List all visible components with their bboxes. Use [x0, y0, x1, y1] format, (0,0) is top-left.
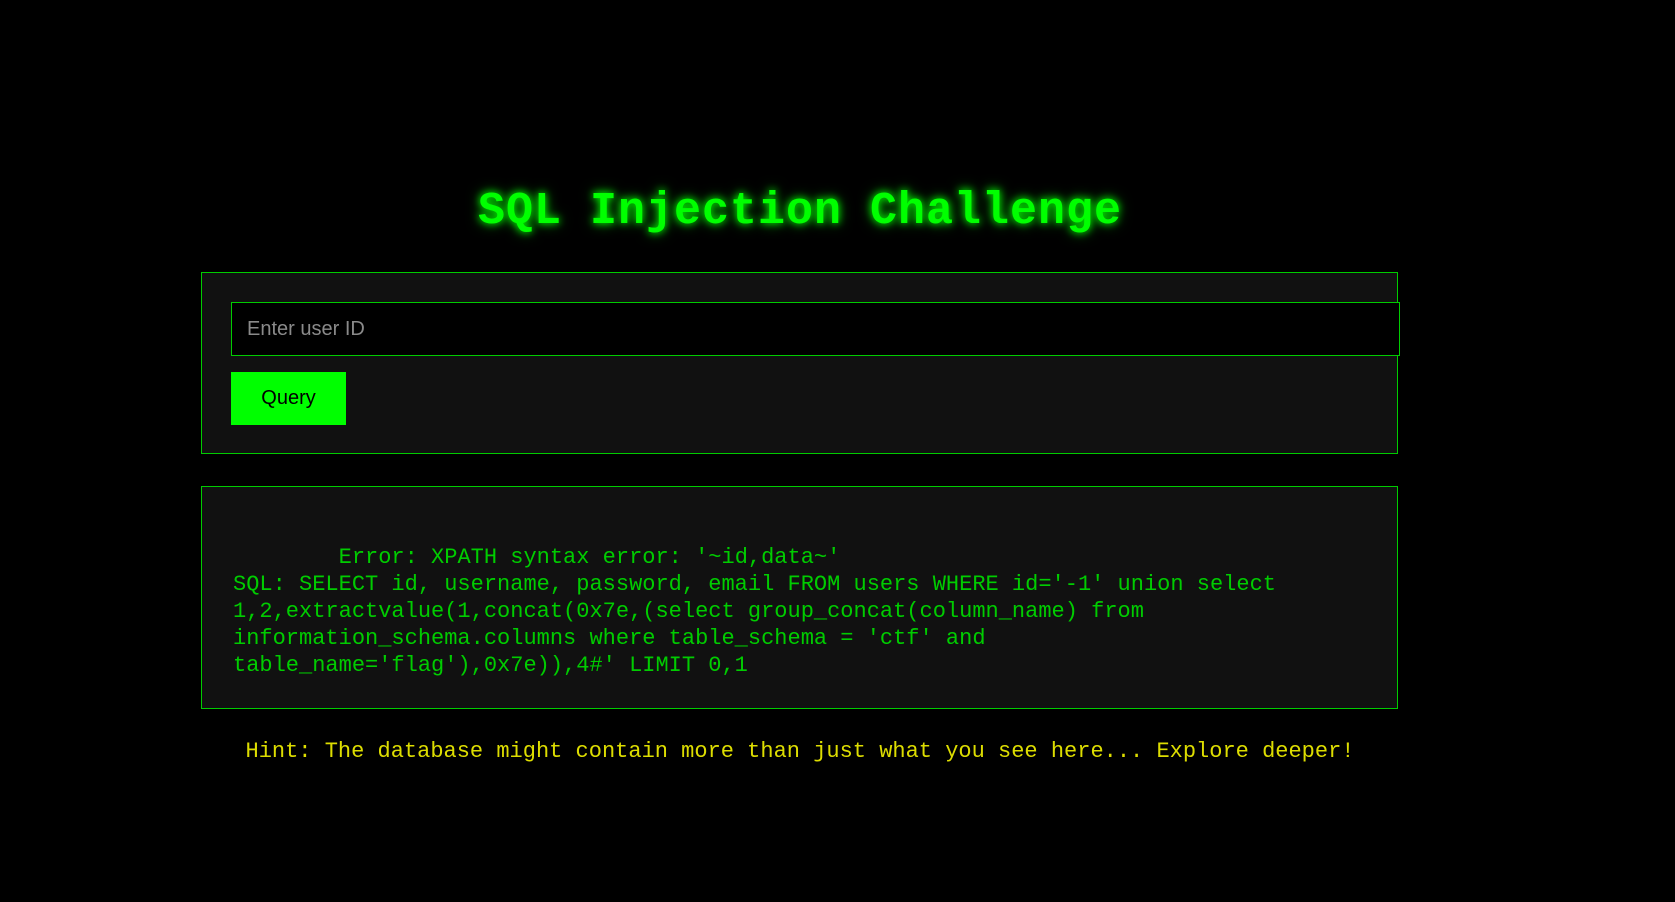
hint-text: Hint: The database might contain more th…	[245, 739, 1355, 764]
user-id-input[interactable]	[231, 302, 1400, 356]
query-button[interactable]: Query	[231, 372, 346, 425]
result-output: Error: XPATH syntax error: '~id,data~' S…	[233, 545, 1276, 678]
query-form-panel: Query	[201, 272, 1400, 454]
page-title: SQL Injection Challenge	[477, 186, 1123, 237]
result-panel: Error: XPATH syntax error: '~id,data~' S…	[201, 486, 1398, 709]
